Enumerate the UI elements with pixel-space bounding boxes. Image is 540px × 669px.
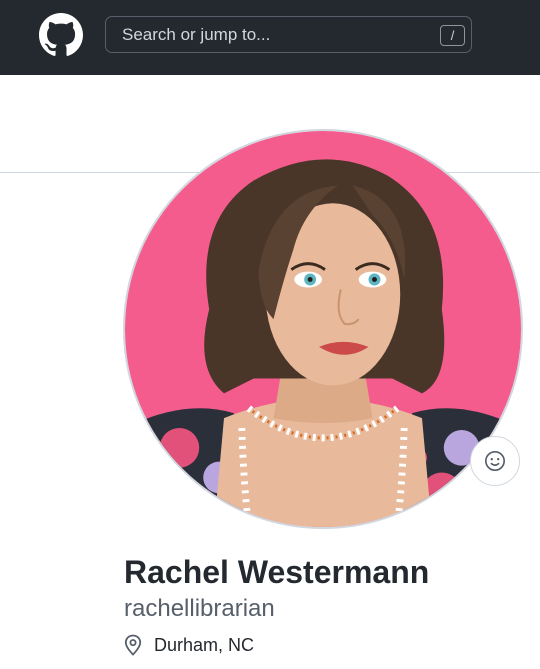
location-text: Durham, NC [154, 634, 255, 655]
top-navigation-bar: / [0, 0, 540, 75]
profile-avatar-container [123, 129, 523, 529]
avatar[interactable] [123, 129, 523, 529]
search-input[interactable] [106, 17, 426, 52]
profile-full-name: Rachel Westermann [124, 554, 430, 590]
profile-location: Durham, NC [124, 632, 254, 658]
github-mark-icon[interactable] [39, 13, 83, 57]
search-shortcut-key: / [440, 25, 465, 46]
smiley-icon [485, 451, 505, 471]
set-status-button[interactable] [470, 436, 520, 486]
location-pin-icon [124, 634, 142, 656]
search-box[interactable]: / [105, 16, 472, 53]
profile-username: rachellibrarian [124, 595, 275, 622]
avatar-illustration [125, 131, 521, 527]
